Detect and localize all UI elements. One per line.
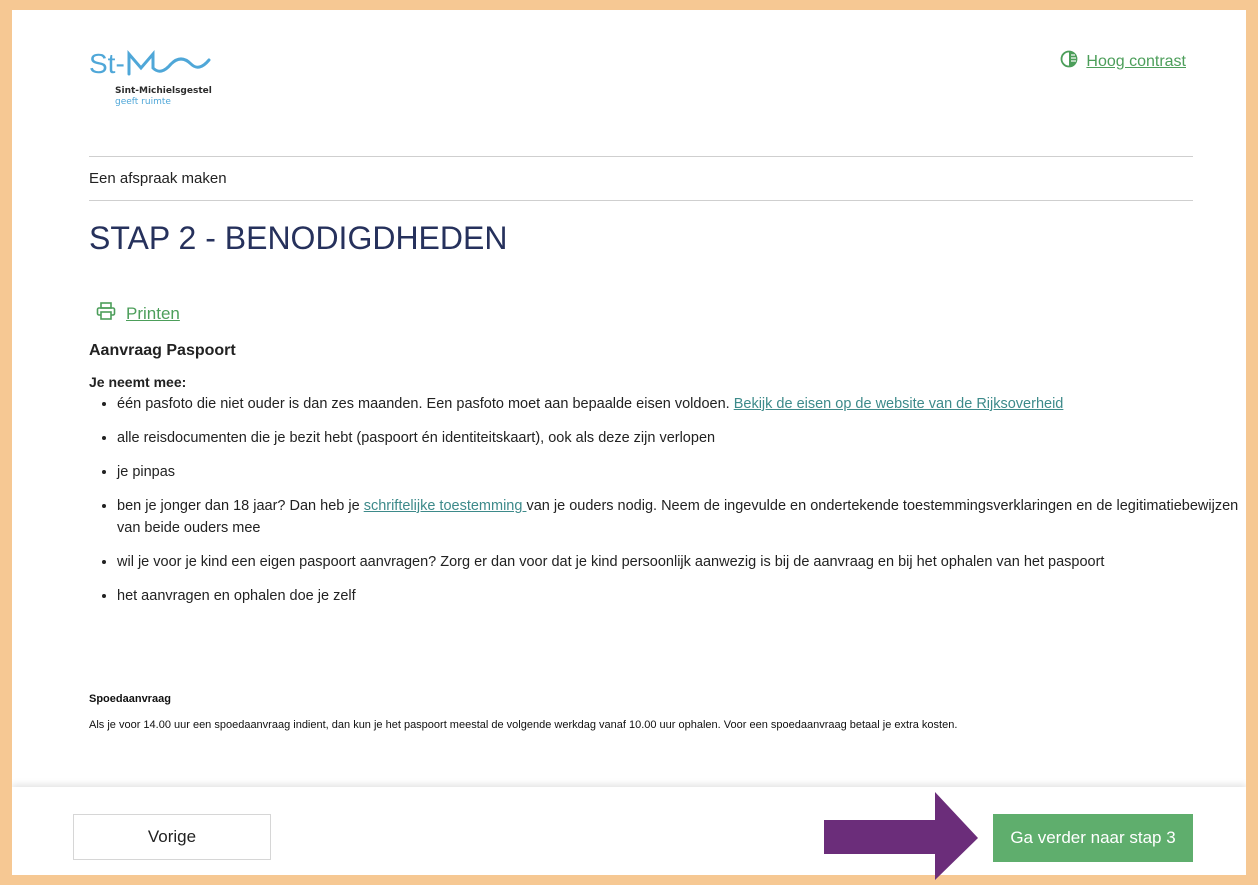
next-step-button[interactable]: Ga verder naar stap 3 [993,814,1193,862]
high-contrast-link[interactable]: Hoog contrast [1086,53,1186,71]
svg-text:St-: St- [89,48,125,79]
list-item: één pasfoto die niet ouder is dan zes ma… [117,393,1246,415]
logo-mark: St- [89,48,211,79]
contrast-icon [1060,50,1078,73]
previous-button[interactable]: Vorige [73,814,271,860]
breadcrumb: Een afspraak maken [89,170,227,187]
list-item: ben je jonger dan 18 jaar? Dan heb je sc… [117,495,1246,539]
page: St- Sint-Michielsgestel geeft ruimte Hoo… [12,10,1246,875]
list-item-text: het aanvragen en ophalen doe je zelf [117,588,356,604]
list-item-text: je pinpas [117,464,176,480]
list-item-text: alle reisdocumenten die je bezit hebt (p… [117,430,716,446]
list-item-text: ben je jonger dan 18 jaar? Dan heb je [117,498,364,514]
page-title: STAP 2 - BENODIGDHEDEN [89,220,508,256]
list-item: wil je voor je kind een eigen paspoort a… [117,551,1246,573]
rush-request-title: Spoedaanvraag [89,693,171,705]
list-item: je pinpas [117,461,1246,483]
pointer-arrow-icon [824,792,978,880]
list-item: alle reisdocumenten die je bezit hebt (p… [117,427,1246,449]
print-link[interactable]: Printen [126,304,180,324]
footer-bar: Vorige Ga verder naar stap 3 [12,787,1246,875]
requirements-list: één pasfoto die niet ouder is dan zes ma… [89,393,1246,619]
logo-tagline: geeft ruimte [115,97,171,107]
print-action[interactable]: Printen [96,302,180,325]
consent-link[interactable]: schriftelijke toestemming [364,498,527,514]
rijksoverheid-link[interactable]: Bekijk de eisen op de website van de Rij… [734,396,1064,412]
divider-top [89,156,1193,157]
printer-icon [96,302,116,325]
municipality-logo[interactable]: St- Sint-Michielsgestel geeft ruimte [89,46,269,107]
section-title: Aanvraag Paspoort [89,342,236,359]
rush-request-text: Als je voor 14.00 uur een spoedaanvraag … [89,719,958,731]
divider-bottom [89,200,1193,201]
logo-name: Sint-Michielsgestel [115,86,212,96]
list-item: het aanvragen en ophalen doe je zelf [117,585,1246,607]
bring-label: Je neemt mee: [89,374,187,390]
list-item-text: wil je voor je kind een eigen paspoort a… [117,554,1105,570]
list-item-text: één pasfoto die niet ouder is dan zes ma… [117,396,734,412]
high-contrast-toggle[interactable]: Hoog contrast [1060,50,1186,73]
